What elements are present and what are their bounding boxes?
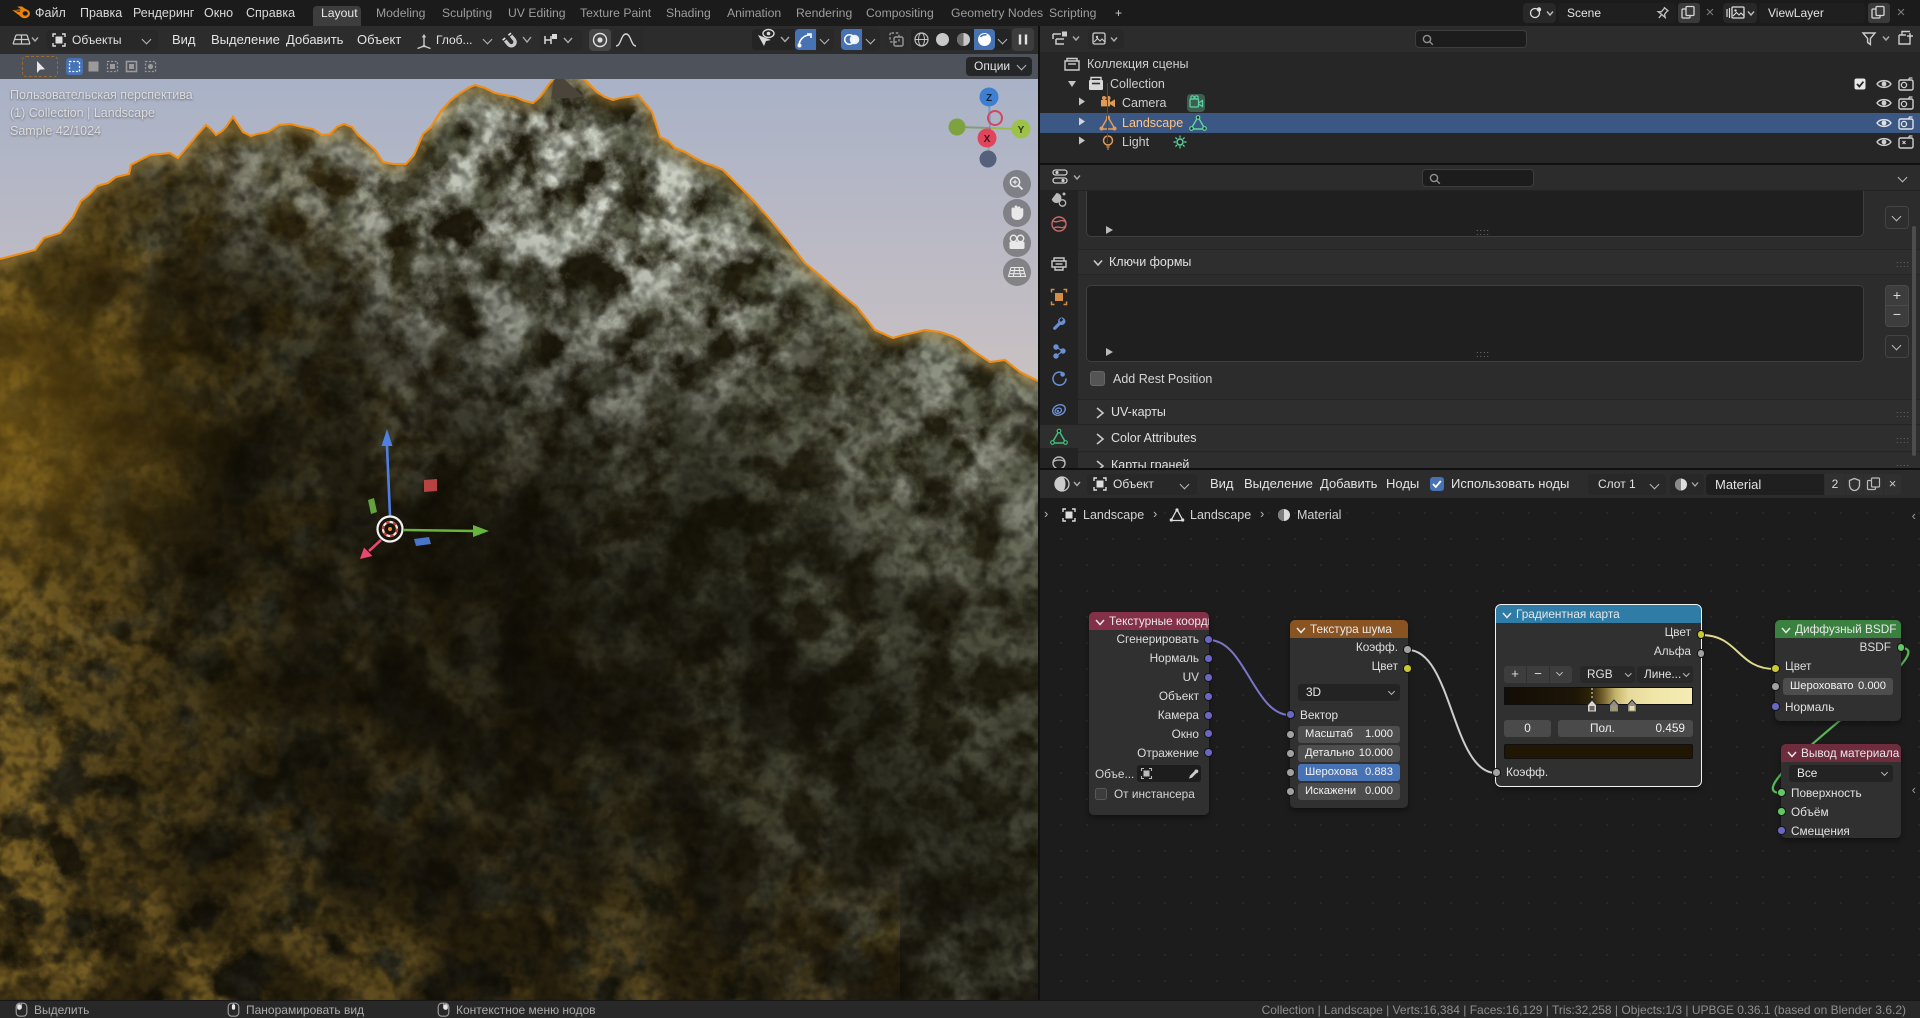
svg-text:X: X — [984, 134, 991, 145]
svg-text:Z: Z — [986, 93, 992, 104]
svg-text:Y: Y — [1018, 125, 1025, 136]
